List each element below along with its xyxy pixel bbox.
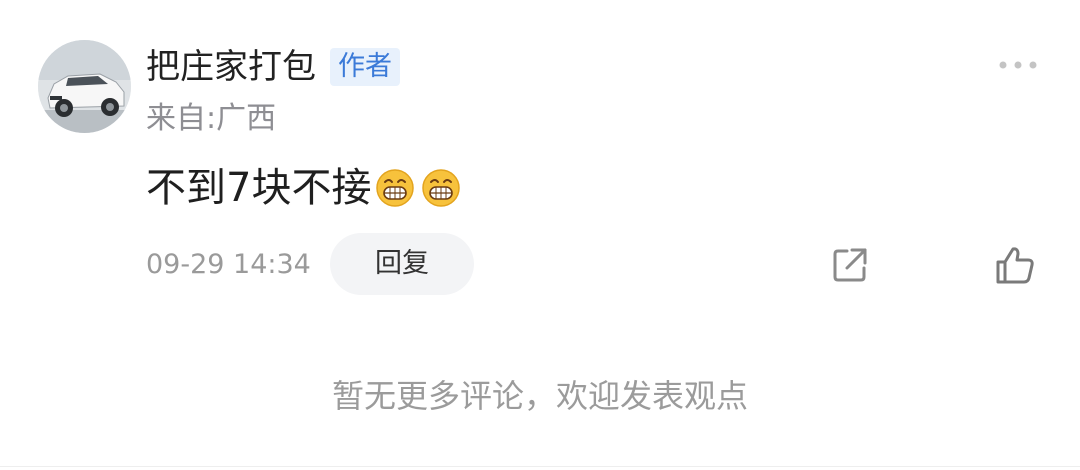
avatar-car-image xyxy=(38,40,131,133)
grinning-face-emoji xyxy=(422,169,461,207)
comment-item: 把庄家打包 作者 来自:广西 不到7块不接 09-29 14:34 回复 xyxy=(0,0,1080,330)
thumbs-up-icon[interactable] xyxy=(994,244,1036,286)
avatar[interactable] xyxy=(38,40,131,133)
name-row: 把庄家打包 作者 xyxy=(146,44,400,90)
timestamp: 09-29 14:34 xyxy=(146,249,311,280)
comment-text: 不到7块不接 xyxy=(146,165,372,211)
author-badge: 作者 xyxy=(330,48,400,86)
comment-text-row: 不到7块不接 xyxy=(146,160,461,216)
more-dots-icon[interactable] xyxy=(998,58,1038,72)
grinning-face-emoji xyxy=(376,169,415,207)
no-more-comments-text: 暂无更多评论，欢迎发表观点 xyxy=(331,377,748,415)
location-text: 来自:广西 xyxy=(146,101,277,136)
divider xyxy=(0,466,1080,467)
username[interactable]: 把庄家打包 xyxy=(146,44,316,90)
share-icon[interactable] xyxy=(830,245,870,285)
reply-button[interactable]: 回复 xyxy=(330,233,474,295)
